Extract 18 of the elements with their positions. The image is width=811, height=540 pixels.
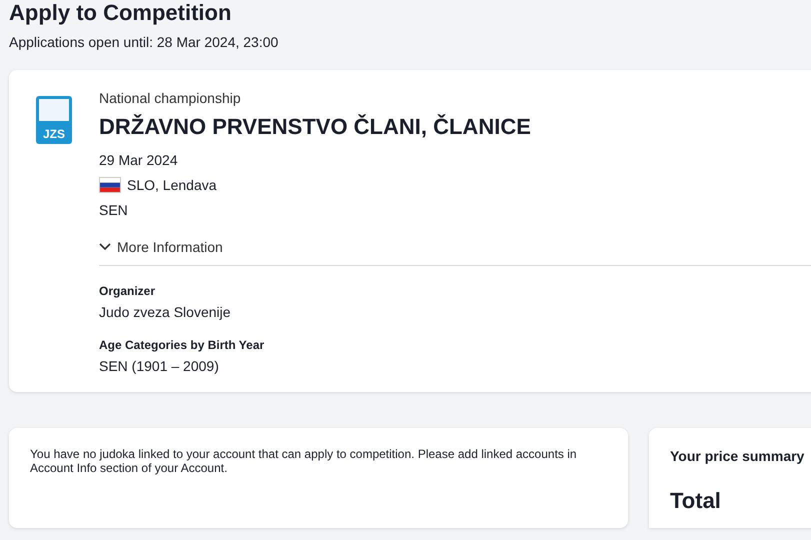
flag-icon [99,177,121,193]
chevron-icon [99,243,111,251]
competition-name: DRŽAVNO PRVENSTVO ČLANI, ČLANICE [99,114,532,140]
detail-label: Age Categories by Birth Year [99,338,266,352]
federation-logo: JZS [36,96,72,144]
detail-value: Judo zveza Slovenije [99,304,232,320]
detail-label: Organizer [99,284,156,298]
more-information-toggle[interactable]: More Information [99,238,811,266]
competition-location: SLO, Lendava [127,177,217,193]
competition-date: 29 Mar 2024 [99,152,179,168]
price-summary-title: Your price summary [670,448,804,464]
page-title: Apply to Competition [9,0,232,26]
total-label: Total [670,488,722,514]
notice-message: You have no judoka linked to your account that can apply to competition. Please add linked accounts in Account Info section of your Account. [9,428,628,528]
deadline-text: Applications open until: 28 Mar 2024, 23:00 [9,34,278,50]
detail-value: SEN (1901 – 2009) [99,358,220,374]
competition-type: National championship [99,90,242,106]
competition-category: SEN [99,202,129,218]
